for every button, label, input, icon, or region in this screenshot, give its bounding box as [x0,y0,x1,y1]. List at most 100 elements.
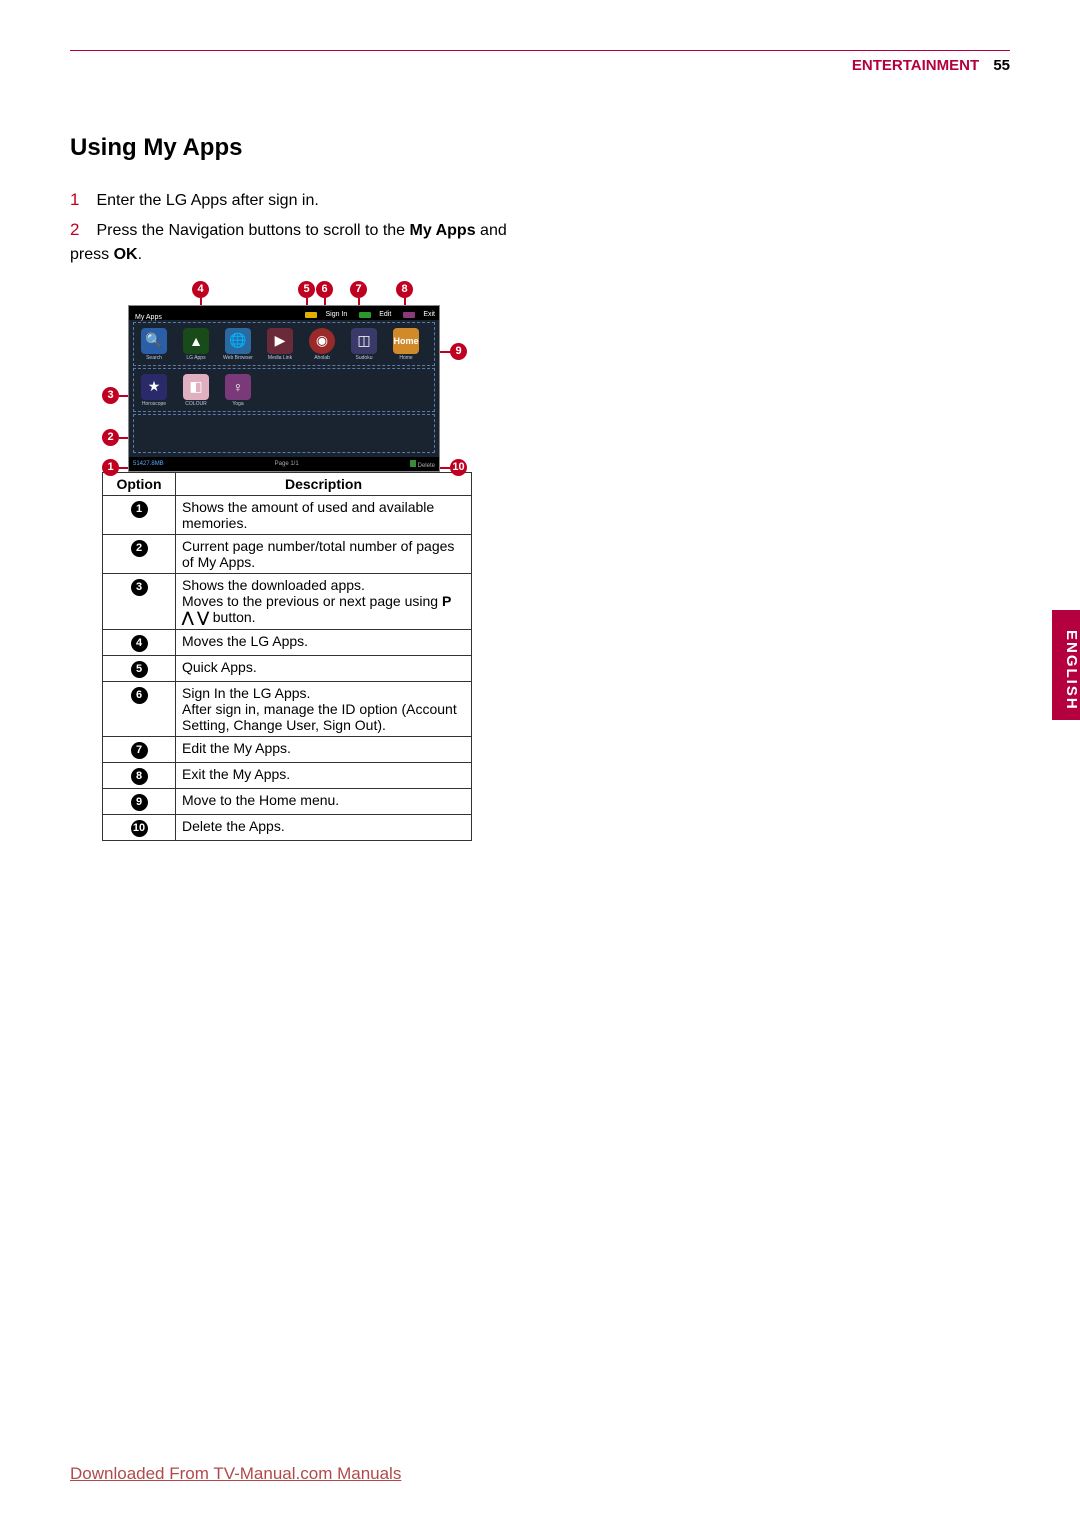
desc: Moves the LG Apps. [176,630,472,656]
table-row: 5 Quick Apps. [103,656,472,682]
delete-button: Delete [410,460,435,469]
desc: Shows the downloaded apps. Moves to the … [176,574,472,630]
leader [439,351,451,353]
step-text-bold: My Apps [410,222,476,239]
desc: Sign In the LG Apps. After sign in, mana… [176,682,472,737]
page-header: ENTERTAINMENT 55 [70,57,1010,74]
downloaded-apps-row: ★Horoscope ◧COLOUR ♀Yoga [133,368,435,412]
desc: Shows the amount of used and available m… [176,496,472,535]
desc: Current page number/total number of page… [176,535,472,574]
app-browser: 🌐Web Browser [218,323,258,365]
sudoku-icon: ◫ [351,328,377,354]
table-head-row: Option Description [103,473,472,496]
signin-button: Sign In [299,308,347,322]
app-yoga: ♀Yoga [218,369,258,411]
browser-icon: 🌐 [225,328,251,354]
callout-9: 9 [450,343,467,360]
opt-9: 9 [131,794,148,811]
step-text: Enter the LG Apps after sign in. [96,192,318,209]
dot-icon [359,312,371,318]
exit-button: Exit [397,308,435,322]
table-row: 7 Edit the My Apps. [103,737,472,763]
search-icon: 🔍 [141,328,167,354]
callout-2: 2 [102,429,119,446]
trash-icon [410,460,416,467]
opt-7: 7 [131,742,148,759]
options-table: Option Description 1 Shows the amount of… [102,472,472,841]
page-area [133,414,435,453]
top-bar: My Apps Sign In Edit Exit [129,306,439,320]
opt-1: 1 [131,501,148,518]
lg-apps-icon: ▲ [183,328,209,354]
yoga-icon: ♀ [225,374,251,400]
app-search: 🔍Search [134,323,174,365]
step-text-bold: OK [114,246,138,263]
language-tab: ENGLISH [1052,610,1080,720]
step-1: 1 Enter the LG Apps after sign in. [70,187,540,213]
col-option: Option [103,473,176,496]
table-row: 3 Shows the downloaded apps. Moves to th… [103,574,472,630]
table-row: 1 Shows the amount of used and available… [103,496,472,535]
manual-page: ENTERTAINMENT 55 Using My Apps 1 Enter t… [0,0,1080,1524]
section-name: ENTERTAINMENT [852,57,979,74]
opt-8: 8 [131,768,148,785]
table-row: 2 Current page number/total number of pa… [103,535,472,574]
colour-icon: ◧ [183,374,209,400]
page-number: 55 [993,57,1010,74]
callout-6: 6 [316,281,333,298]
table-row: 6 Sign In the LG Apps. After sign in, ma… [103,682,472,737]
content-column: 1 Enter the LG Apps after sign in. 2 Pre… [70,187,540,841]
step-number: 1 [70,187,84,213]
table-row: 10 Delete the Apps. [103,815,472,841]
step-text: Press the Navigation buttons to scroll t… [96,222,409,239]
step-2: 2 Press the Navigation buttons to scroll… [70,217,540,267]
opt-3: 3 [131,579,148,596]
media-icon: ▶ [267,328,293,354]
app-colour: ◧COLOUR [176,369,216,411]
opt-2: 2 [131,540,148,557]
tv-screenshot: My Apps Sign In Edit Exit 🔍Search ▲LG Ap… [128,305,440,472]
callout-7: 7 [350,281,367,298]
header-rule [70,50,1010,51]
bottom-bar: 51427.8MB Page 1/1 Delete [129,457,439,471]
app-home: HomeHome [386,323,426,365]
aholab-icon: ◉ [309,328,335,354]
table-row: 8 Exit the My Apps. [103,763,472,789]
step-number: 2 [70,217,84,243]
callout-4: 4 [192,281,209,298]
dot-icon [403,312,415,318]
step-text: . [138,246,142,263]
desc: Move to the Home menu. [176,789,472,815]
app-lgapps: ▲LG Apps [176,323,216,365]
app-aholab: ◉Aholab [302,323,342,365]
desc: Quick Apps. [176,656,472,682]
opt-6: 6 [131,687,148,704]
footer-link[interactable]: Downloaded From TV-Manual.com Manuals [70,1464,401,1484]
figure-wrap: 4 5 6 7 8 9 10 3 2 1 My Apps [102,285,472,452]
col-description: Description [176,473,472,496]
app-sudoku: ◫Sudoku [344,323,384,365]
app-horoscope: ★Horoscope [134,369,174,411]
desc: Edit the My Apps. [176,737,472,763]
memory-label: 51427.8MB [133,461,164,467]
page-title: Using My Apps [70,134,1010,162]
table-row: 4 Moves the LG Apps. [103,630,472,656]
opt-4: 4 [131,635,148,652]
callout-1: 1 [102,459,119,476]
top-buttons: Sign In Edit Exit [299,308,435,322]
home-icon: Home [393,328,419,354]
app-media: ▶Media Link [260,323,300,365]
desc: Exit the My Apps. [176,763,472,789]
callout-3: 3 [102,387,119,404]
table-row: 9 Move to the Home menu. [103,789,472,815]
desc: Delete the Apps. [176,815,472,841]
opt-5: 5 [131,661,148,678]
app-title: My Apps [129,314,162,321]
callout-10: 10 [450,459,467,476]
opt-10: 10 [131,820,148,837]
quick-apps-row: 🔍Search ▲LG Apps 🌐Web Browser ▶Media Lin… [133,322,435,366]
dot-icon [305,312,317,318]
page-indicator: Page 1/1 [275,461,299,467]
callout-8: 8 [396,281,413,298]
callout-5: 5 [298,281,315,298]
